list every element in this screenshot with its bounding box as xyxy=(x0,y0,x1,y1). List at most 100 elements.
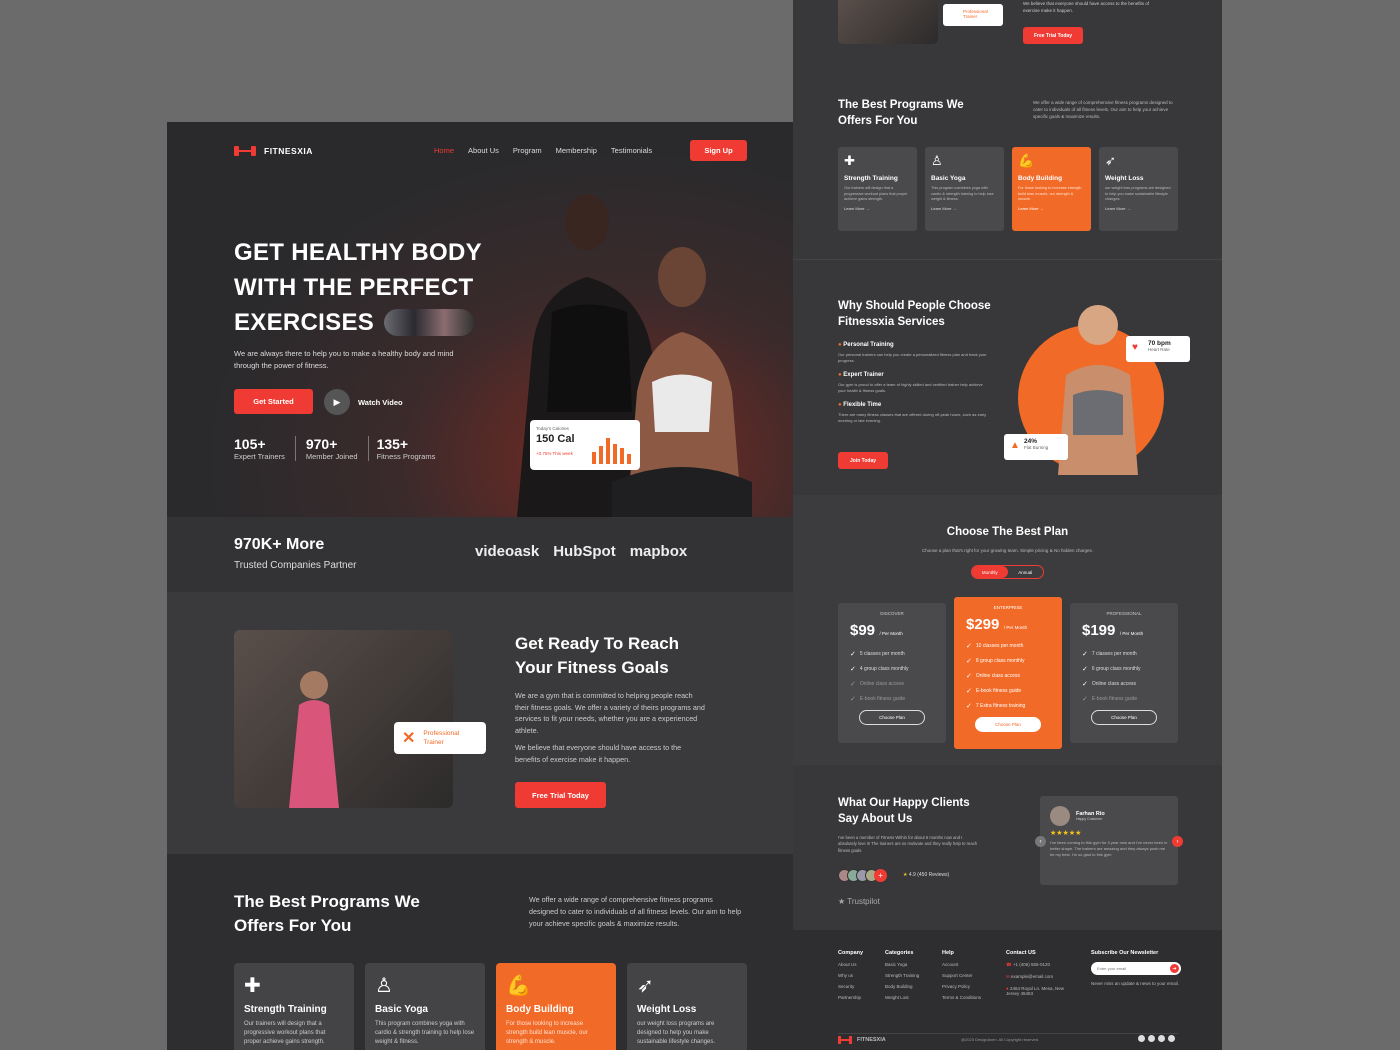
footer-phone[interactable]: ☎ +1 (406) 555-0120 xyxy=(1006,962,1076,968)
nav-testimonials[interactable]: Testimonials xyxy=(611,146,652,155)
learn-more-link[interactable]: Learn More → xyxy=(844,206,911,212)
learn-more-link[interactable]: Learn More → xyxy=(1105,206,1172,212)
fat-burning-label: Flat Burning xyxy=(1024,445,1049,450)
watch-video-button[interactable]: ▶ Watch Video xyxy=(324,389,403,415)
review-card: Farhan Rio Happy Customer ★★★★★ I've been… xyxy=(1040,796,1178,885)
footer-link[interactable]: Body Building xyxy=(885,984,919,989)
learn-more-link[interactable]: Learn More → xyxy=(1018,206,1085,212)
program-card-yoga-compact[interactable]: ♙ Basic Yoga This program combines yoga wi… xyxy=(925,147,1004,231)
goals-paragraph-2: We believe that everyone should have acc… xyxy=(515,743,682,764)
youtube-icon[interactable] xyxy=(1168,1035,1175,1042)
join-today-button[interactable]: Join Today xyxy=(838,452,888,469)
program-name: Weight Loss xyxy=(1105,175,1144,182)
plan-price: $299 xyxy=(966,616,1000,633)
plan-price: $199 xyxy=(1082,622,1116,639)
feature-text: Online class access xyxy=(975,673,1021,679)
free-trial-button-small[interactable]: Free Trial Today xyxy=(1023,27,1083,44)
footer-link[interactable]: Partnership xyxy=(838,995,863,1000)
check-icon: ✓ xyxy=(1082,651,1088,658)
free-trial-button[interactable]: Free Trial Today xyxy=(515,782,606,808)
pricing-subtitle: Choose a plan that's right for your grow… xyxy=(922,548,1093,553)
facebook-icon[interactable] xyxy=(1138,1035,1145,1042)
check-icon: ✓ xyxy=(850,696,856,703)
nav-home[interactable]: Home xyxy=(434,146,454,155)
plan-period: / Per Month xyxy=(879,631,903,636)
program-name: Weight Loss xyxy=(637,1004,697,1015)
twitter-icon[interactable] xyxy=(1158,1035,1165,1042)
professional-trainer-badge: ✕ Professional Trainer xyxy=(394,722,486,754)
program-name: Strength Training xyxy=(244,1004,327,1015)
check-icon: ✓ xyxy=(966,673,972,680)
footer-link[interactable]: Why us xyxy=(838,973,863,978)
program-card-yoga[interactable]: ♙ Basic Yoga This program combines yoga wi… xyxy=(365,963,485,1050)
footer-link[interactable]: About Us xyxy=(838,962,863,967)
program-card-strength-compact[interactable]: ✚ Strength Training Our trainers will desi… xyxy=(838,147,917,231)
newsletter-note: Never miss an update & news to your emai… xyxy=(1091,981,1180,986)
nav-program[interactable]: Program xyxy=(513,146,542,155)
prev-arrow-icon[interactable]: ‹ xyxy=(1035,836,1046,847)
plan-feature: ✓ E-book fitness guide xyxy=(966,687,1050,695)
footer-link[interactable]: Support Center xyxy=(942,973,981,978)
footer-link[interactable]: Weight Lost xyxy=(885,995,919,1000)
why-item-expert-trainer: ● Expert Trainer Our gym is proud to offe… xyxy=(838,372,988,394)
watch-video-label: Watch Video xyxy=(358,397,403,407)
program-card-strength[interactable]: ✚ Strength Training Our trainers will desi… xyxy=(234,963,354,1050)
programs-section-compact: The Best Programs We Offers For You We of… xyxy=(793,70,1222,260)
check-circle-icon: ● xyxy=(838,372,842,378)
footer-link[interactable]: Terms & Conditions xyxy=(942,995,981,1000)
newsletter-email-input[interactable] xyxy=(1091,962,1161,975)
program-card-weightloss-compact[interactable]: ➶ Weight Loss our weight loss programs are… xyxy=(1099,147,1178,231)
goals-snippet: Professional Trainer We believe that eve… xyxy=(793,0,1222,70)
brand-logo[interactable]: FITNESXIA xyxy=(234,145,313,157)
choose-plan-button[interactable]: Choose Plan xyxy=(975,717,1041,732)
mail-icon: ✉ xyxy=(1006,974,1010,979)
nav-membership[interactable]: Membership xyxy=(556,146,597,155)
programs-section: The Best Programs We Offers For You We of… xyxy=(167,854,814,1050)
footer-address: ● 2464 Royal Ln. Mesa, New Jersey 45463 xyxy=(1006,986,1076,996)
nav-about[interactable]: About Us xyxy=(468,146,499,155)
program-card-bodybuilding[interactable]: 💪 Body Building For those looking to incre… xyxy=(496,963,616,1050)
hubspot-logo: HubSpot xyxy=(553,543,616,560)
footer-contact: Contact US ☎ +1 (406) 555-0120 ✉ example… xyxy=(1006,950,1076,1002)
instagram-icon[interactable] xyxy=(1148,1035,1155,1042)
footer-link[interactable]: Security xyxy=(838,984,863,989)
program-name: Body Building xyxy=(1018,175,1063,182)
billing-toggle[interactable]: Monthly Annual xyxy=(971,565,1044,579)
footer-link[interactable]: Account xyxy=(942,962,981,967)
footer-email[interactable]: ✉ example@email.com xyxy=(1006,974,1076,980)
program-text: Our trainers will design that a progress… xyxy=(244,1021,326,1045)
stat-label: Fitness Programs xyxy=(376,452,436,461)
trustpilot-logo: ★ Trustpilot xyxy=(838,897,880,906)
goals-title-line2: Your Fitness Goals xyxy=(515,658,669,677)
footer-brand[interactable]: FITNESXIA xyxy=(838,1036,886,1044)
footer-link[interactable]: Basic Yoga xyxy=(885,962,919,967)
client-avatars: + xyxy=(838,869,887,882)
plus-icon[interactable]: + xyxy=(874,869,887,882)
testimonials-title-line1: What Our Happy Clients xyxy=(838,797,970,809)
get-started-button[interactable]: Get Started xyxy=(234,389,313,414)
fat-burning-card: ▲ 24% Flat Burning xyxy=(1004,434,1068,460)
footer-link[interactable]: Strength Training xyxy=(885,973,919,978)
footer-link[interactable]: Privacy Policy xyxy=(942,984,981,989)
plan-card-enterprise: ENTERPRISE $299 / Per Month ✓ 10 classes … xyxy=(954,597,1062,749)
calories-title: Today's Calories xyxy=(536,426,569,431)
send-arrow-icon[interactable]: ➜ xyxy=(1170,964,1179,973)
learn-more-link[interactable]: Learn More → xyxy=(931,206,998,212)
toggle-monthly[interactable]: Monthly xyxy=(972,566,1008,578)
running-icon: ➶ xyxy=(637,975,654,997)
goals-title-line1: Get Ready To Reach xyxy=(515,634,680,653)
plan-card-professional: PROFESSIONAL $199 / Per Month ✓ 7 classes… xyxy=(1070,603,1178,743)
program-card-weightloss[interactable]: ➶ Weight Loss our weight loss programs are… xyxy=(627,963,747,1050)
plan-name: PROFESSIONAL xyxy=(1106,611,1142,616)
signup-button[interactable]: Sign Up xyxy=(690,140,747,161)
testimonials-title: What Our Happy Clients Say About Us xyxy=(838,795,970,827)
plan-card-discover: DISCOVER $99 / Per Month ✓ 5 classes per … xyxy=(838,603,946,743)
choose-plan-button[interactable]: Choose Plan xyxy=(859,710,925,725)
next-arrow-icon[interactable]: › xyxy=(1172,836,1183,847)
partner-logos: videoask HubSpot mapbox xyxy=(475,543,687,560)
toggle-annual[interactable]: Annual xyxy=(1008,570,1044,575)
plan-name: ENTERPRISE xyxy=(993,605,1023,610)
choose-plan-button[interactable]: Choose Plan xyxy=(1091,710,1157,725)
program-card-bodybuilding-compact[interactable]: 💪 Body Building For those looking to incre… xyxy=(1012,147,1091,231)
programs-description-compact: We offer a wide range of comprehensive f… xyxy=(1033,100,1173,119)
